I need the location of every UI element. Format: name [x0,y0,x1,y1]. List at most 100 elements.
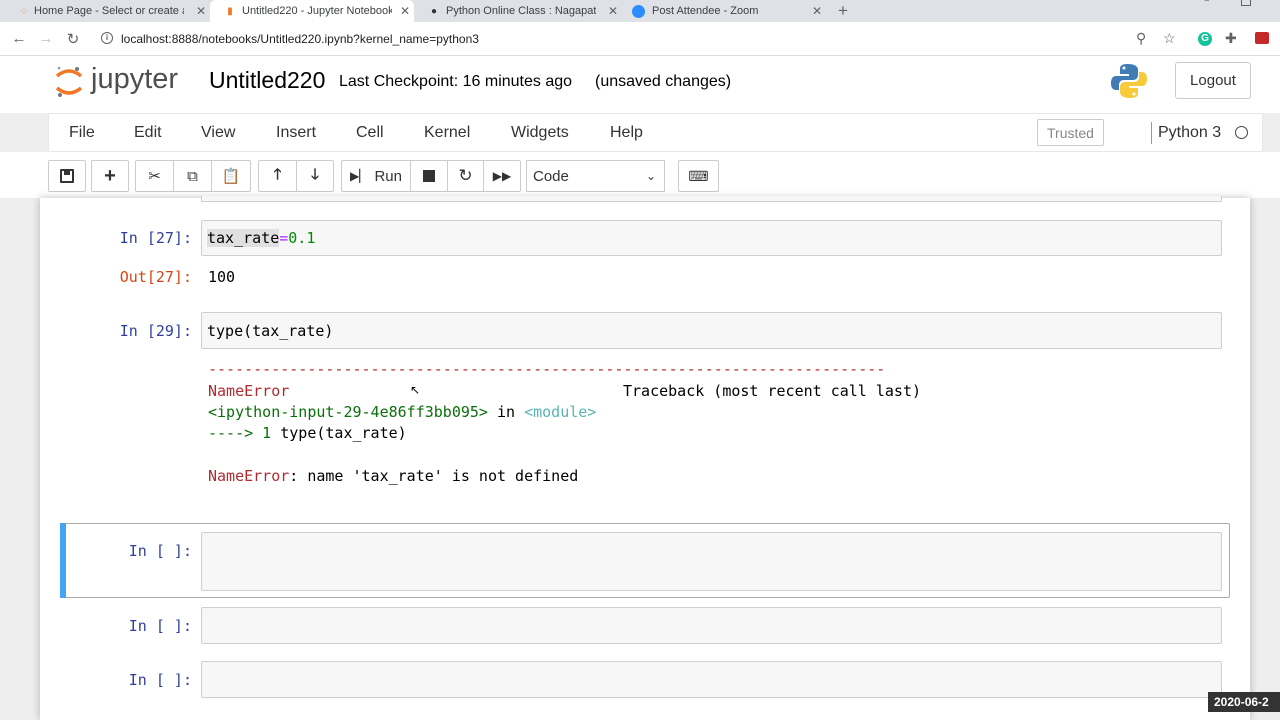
kernel-idle-status-icon [1235,126,1248,139]
interrupt-kernel-button[interactable] [410,160,448,192]
github-favicon-icon: ● [430,5,438,17]
restart-icon: ↻ [458,166,473,185]
empty-cell-2-prompt: In [ ]: [128,617,192,635]
zoom-magnifier-icon[interactable]: ⚲ [1136,30,1146,47]
info-icon[interactable]: i [101,32,113,44]
maximize-window-icon[interactable] [1241,0,1251,6]
tab-label: Home Page - Select or create a n [34,5,184,17]
insert-cell-below-button[interactable]: + [91,160,129,192]
cell-29-in-prompt: In [29]: [119,322,192,340]
tab-untitled220[interactable]: ▮ Untitled220 - Jupyter Notebook ✕ [210,0,414,22]
tab-label: Python Online Class : Nagapatta [446,5,596,17]
save-button[interactable] [48,160,86,192]
cell-27-output: 100 [208,268,236,286]
arrow-down-icon: 🡓 [311,165,319,183]
close-tab-icon[interactable]: ✕ [812,4,822,18]
traceback-arrow: ----> 1 [208,424,281,442]
jupyter-logo-icon[interactable] [55,64,83,98]
menu-insert[interactable]: Insert [276,124,316,142]
cell-type-select[interactable]: Code ⌄ [526,160,665,192]
jupyter-favicon-icon: ◌ [21,5,27,17]
tab-python-online-class[interactable]: ● Python Online Class : Nagapatta ✕ [414,0,622,22]
mouse-cursor-icon: ↖ [410,383,421,397]
copy-cells-button[interactable]: ⧉ [173,160,212,192]
code-number: 0.1 [288,229,316,247]
traceback-location: <ipython-input-29-4e86ff3bb095> in <modu… [208,403,596,421]
plus-icon: + [104,164,116,187]
menu-widgets[interactable]: Widgets [511,124,569,142]
input-reference: <ipython-input-29-4e86ff3bb095> [208,403,488,421]
close-tab-icon[interactable]: ✕ [608,4,618,18]
zoom-favicon-icon [632,4,645,18]
run-button[interactable]: ▶▏ Run [341,160,411,192]
restart-run-all-button[interactable]: ▶▶ [483,160,521,192]
selected-cell-indicator [60,523,66,598]
profile-extension-icon[interactable] [1255,32,1269,44]
notebook-title[interactable]: Untitled220 [209,67,325,94]
cell-29-code[interactable]: type(tax_rate) [207,322,333,340]
menu-file[interactable]: File [69,124,95,142]
empty-cell-3-input[interactable] [201,661,1222,698]
chevron-down-icon: ⌄ [645,169,656,183]
previous-cell-input[interactable] [201,196,1222,202]
jupyter-logo-text[interactable]: jupyter [91,63,178,96]
empty-cell-2-input[interactable] [201,607,1222,644]
cell-type-value: Code [533,167,569,185]
date-watermark: 2020-06-2 [1208,692,1280,712]
cell-27-input[interactable] [201,220,1222,256]
cut-cells-button[interactable]: ✂ [135,160,174,192]
logout-button[interactable]: Logout [1175,62,1251,99]
error-divider-dashes: ----------------------------------------… [208,360,886,378]
traceback-line: ----> 1 type(tax_rate) [208,424,407,442]
cell-27-code[interactable]: tax_rate=0.1 [207,229,315,247]
move-cell-down-button[interactable]: 🡓 [296,160,334,192]
forward-arrow-icon[interactable]: → [37,30,55,47]
error-message-text: : name 'tax_rate' is not defined [289,467,579,485]
run-button-label: Run [374,167,402,185]
menu-edit[interactable]: Edit [134,124,162,142]
tab-home-page[interactable]: ◌ Home Page - Select or create a n ✕ [18,0,210,22]
module-reference: <module> [524,403,597,421]
empty-cell-1-input[interactable] [201,532,1222,591]
extensions-puzzle-icon[interactable]: ✚ [1225,30,1237,47]
cell-29-input[interactable] [201,312,1222,349]
cell-27-in-prompt: In [27]: [119,229,192,247]
error-message-name: NameError [208,467,290,485]
move-cell-up-button[interactable]: 🡑 [258,160,297,192]
command-palette-button[interactable]: ⌨ [678,160,719,192]
menu-cell[interactable]: Cell [356,124,384,142]
python-logo-icon [1110,63,1148,99]
new-tab-button[interactable]: + [838,1,848,21]
url-text[interactable]: localhost:8888/notebooks/Untitled220.ipy… [121,32,479,46]
scissors-icon: ✂ [148,168,161,185]
reload-icon[interactable]: ↻ [64,30,82,48]
menu-help[interactable]: Help [610,124,643,142]
traceback-code: type(tax_rate) [280,424,407,442]
back-arrow-icon[interactable]: ← [10,30,28,47]
empty-cell-1-prompt: In [ ]: [128,542,192,560]
keyboard-icon: ⌨ [688,167,709,184]
empty-cell-3-prompt: In [ ]: [128,671,192,689]
close-tab-icon[interactable]: ✕ [196,4,206,18]
paste-cells-button[interactable]: 📋 [211,160,251,192]
step-forward-icon: ▶▏ [350,169,369,183]
copy-icon: ⧉ [187,167,198,185]
cell-27-out-prompt: Out[27]: [119,268,192,286]
trusted-indicator[interactable]: Trusted [1037,119,1104,146]
bookmark-star-icon[interactable]: ☆ [1163,30,1176,47]
error-message: NameError: name 'tax_rate' is not define… [208,467,578,485]
stop-square-icon [423,170,435,182]
close-tab-icon[interactable]: ✕ [400,4,410,18]
minimize-window-icon[interactable]: ‾ [1205,0,1209,12]
restart-kernel-button[interactable]: ↻ [447,160,484,192]
tab-post-attendee-zoom[interactable]: Post Attendee - Zoom ✕ [622,0,826,22]
menu-kernel[interactable]: Kernel [424,124,470,142]
grammarly-extension-icon[interactable]: G [1198,32,1212,46]
in-keyword: in [487,403,525,421]
code-operator: = [279,229,289,247]
last-checkpoint-text: Last Checkpoint: 16 minutes ago [339,73,573,90]
menu-view[interactable]: View [201,124,235,142]
fast-forward-icon: ▶▶ [492,169,512,183]
kernel-name[interactable]: Python 3 [1158,124,1221,142]
kernel-separator [1151,122,1152,144]
